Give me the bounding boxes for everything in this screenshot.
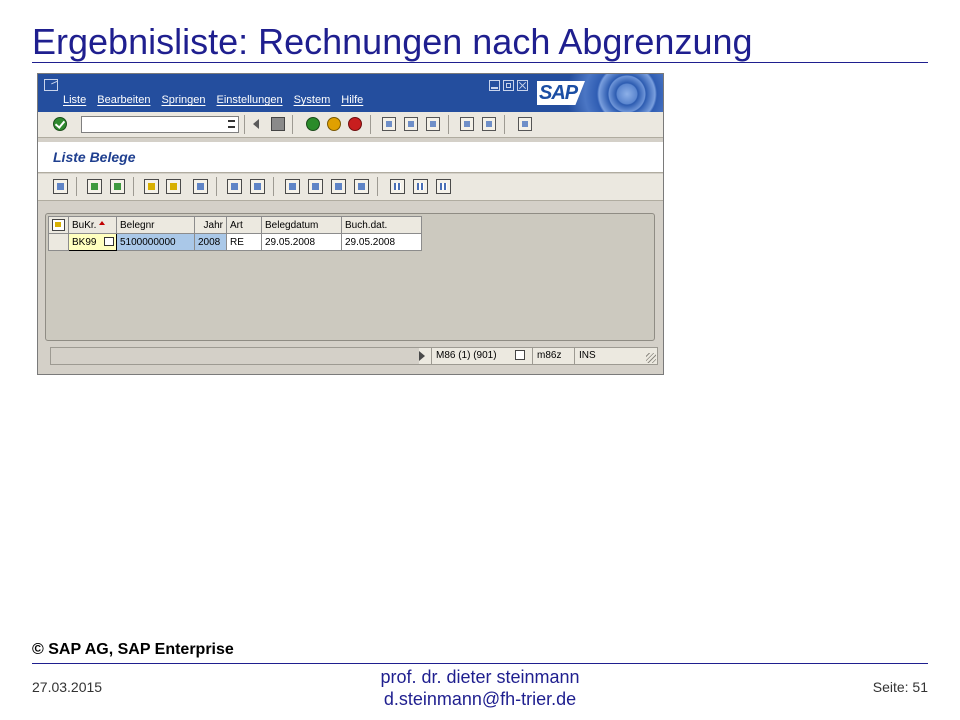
views-icon[interactable] (331, 179, 346, 194)
footer-page-number: Seite: 51 (872, 679, 928, 695)
status-expand-icon[interactable] (419, 351, 425, 361)
system-menu-icon[interactable] (44, 79, 58, 91)
sum-icon[interactable] (227, 179, 242, 194)
previous-page-icon[interactable] (482, 117, 496, 131)
column-header-bukr[interactable]: BuKr. (68, 216, 117, 234)
screen-titlebar: Liste Belege (38, 142, 663, 173)
column-header-jahr[interactable]: Jahr (194, 216, 227, 234)
menu-item-hilfe[interactable]: Hilfe (341, 94, 363, 106)
close-icon[interactable] (517, 80, 528, 91)
footer-author: prof. dr. dieter steinmann d.steinmann@f… (340, 666, 620, 710)
slide-title: Ergebnisliste: Rechnungen nach Abgrenzun… (32, 21, 753, 62)
toolbar-separator (76, 177, 77, 196)
status-system-info[interactable]: M86 (1) (901) (431, 348, 532, 364)
toolbar-separator (448, 115, 449, 134)
export-icon[interactable] (308, 179, 323, 194)
nav-left-icon[interactable] (250, 117, 264, 131)
sap-logo-text: SAP (539, 82, 578, 104)
toolbar-separator (244, 115, 245, 134)
first-page-icon[interactable] (460, 117, 474, 131)
status-message-area (51, 348, 419, 364)
maximize-icon[interactable] (503, 80, 514, 91)
print-preview-icon[interactable] (285, 179, 300, 194)
command-field[interactable] (81, 116, 239, 133)
minimize-icon[interactable] (489, 80, 500, 91)
command-history-icon[interactable] (228, 120, 235, 128)
value-help-icon[interactable] (104, 237, 114, 246)
back-icon[interactable] (306, 117, 320, 131)
column-header-buchdat[interactable]: Buch.dat. (341, 216, 422, 234)
sort-ascending-marker-icon (99, 220, 106, 225)
author-email: d.steinmann@fh-trier.de (383, 689, 577, 709)
filter-icon[interactable] (193, 179, 208, 194)
change-layout-icon[interactable] (413, 179, 428, 194)
toolbar-separator (377, 177, 378, 196)
toolbar-separator (216, 177, 217, 196)
status-bar: M86 (1) (901) m86z INS (50, 347, 658, 365)
footer-date: 27.03.2015 (32, 679, 103, 695)
window-controls (489, 80, 531, 91)
table-row[interactable]: BK99 5100000000 2008 RE 29.05.2008 29.05… (48, 233, 422, 251)
cell-art[interactable]: RE (226, 233, 262, 251)
status-server: m86z (532, 348, 574, 364)
cell-jahr[interactable]: 2008 (194, 233, 227, 251)
sort-descending-icon[interactable] (166, 179, 181, 194)
toolbar-separator (273, 177, 274, 196)
menu-item-bearbeiten[interactable]: Bearbeiten (97, 94, 150, 106)
find-icon[interactable] (404, 117, 418, 131)
screen-title: Liste Belege (53, 149, 136, 165)
menu-item-system[interactable]: System (294, 94, 331, 106)
cell-buchdat[interactable]: 29.05.2008 (341, 233, 422, 251)
sap-menubar: Liste Bearbeiten Springen Einstellungen … (38, 74, 663, 112)
layout-icon (52, 219, 65, 231)
exit-icon[interactable] (327, 117, 341, 131)
cancel-icon[interactable] (348, 117, 362, 131)
toolbar-separator (292, 115, 293, 134)
save-layout-icon[interactable] (436, 179, 451, 194)
menu-bar: Liste Bearbeiten Springen Einstellungen … (63, 94, 374, 106)
toolbar-separator (504, 115, 505, 134)
sap-brand-area: SAP (532, 74, 663, 112)
cell-bukr[interactable]: BK99 (68, 233, 117, 251)
sort-ascending-icon[interactable] (144, 179, 159, 194)
layout-selector[interactable] (48, 216, 69, 234)
menu-item-springen[interactable]: Springen (161, 94, 205, 106)
choose-layout-icon[interactable] (390, 179, 405, 194)
save-icon[interactable] (271, 117, 285, 131)
results-table: BuKr. Belegnr Jahr Art Belegdatum Buch.d… (48, 216, 422, 251)
print-icon[interactable] (382, 117, 396, 131)
select-all-icon[interactable] (87, 179, 102, 194)
sap-logo: SAP (537, 81, 585, 105)
cell-belegdatum[interactable]: 29.05.2008 (261, 233, 342, 251)
title-divider (32, 62, 928, 63)
new-session-icon[interactable] (518, 117, 532, 131)
resize-grip-icon[interactable] (646, 353, 656, 363)
find-next-icon[interactable] (426, 117, 440, 131)
copyright-note: © SAP AG, SAP Enterprise (32, 641, 234, 658)
status-insert-mode[interactable]: INS (574, 348, 631, 364)
details-icon[interactable] (53, 179, 68, 194)
menu-item-liste[interactable]: Liste (63, 94, 86, 106)
author-name: prof. dr. dieter steinmann (380, 667, 580, 687)
standard-toolbar (38, 112, 663, 138)
toolbar-separator (133, 177, 134, 196)
enter-check-icon[interactable] (53, 117, 67, 131)
footer-divider (32, 663, 928, 664)
alv-grid: BuKr. Belegnr Jahr Art Belegdatum Buch.d… (45, 213, 655, 341)
application-toolbar (38, 174, 663, 201)
send-icon[interactable] (354, 179, 369, 194)
sap-window: Liste Bearbeiten Springen Einstellungen … (37, 73, 664, 375)
column-header-belegdatum[interactable]: Belegdatum (261, 216, 342, 234)
subtotal-icon[interactable] (250, 179, 265, 194)
menu-item-einstellungen[interactable]: Einstellungen (217, 94, 283, 106)
row-selector[interactable] (48, 233, 69, 251)
toolbar-separator (370, 115, 371, 134)
deselect-all-icon[interactable] (110, 179, 125, 194)
cell-belegnr[interactable]: 5100000000 (116, 233, 195, 251)
table-header-row: BuKr. Belegnr Jahr Art Belegdatum Buch.d… (48, 216, 422, 234)
system-info-dropdown-icon[interactable] (515, 350, 525, 360)
column-header-belegnr[interactable]: Belegnr (116, 216, 195, 234)
column-header-art[interactable]: Art (226, 216, 262, 234)
